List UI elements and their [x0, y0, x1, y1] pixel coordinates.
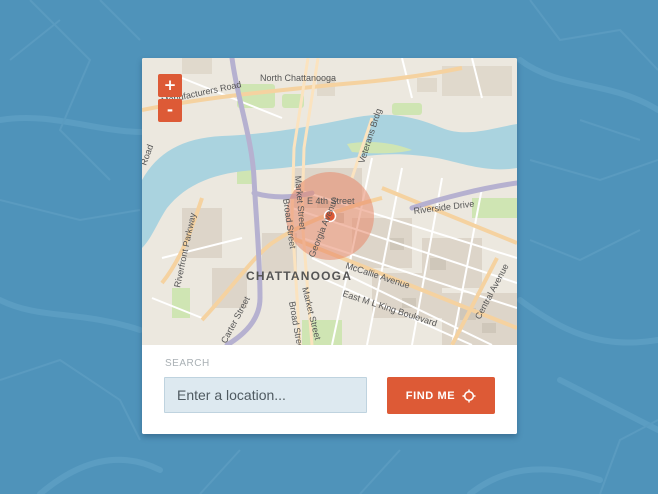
location-search-input[interactable]: [164, 377, 367, 413]
minus-icon: -: [166, 101, 174, 119]
zoom-out-button[interactable]: -: [158, 99, 182, 122]
search-label: SEARCH: [165, 358, 210, 369]
location-card: Manufacturers Road North Chattanooga Vet…: [142, 58, 517, 434]
find-me-button[interactable]: FIND ME: [387, 377, 495, 414]
search-panel: SEARCH FIND ME: [142, 345, 517, 434]
label-north-chattanooga: North Chattanooga: [260, 73, 336, 83]
plus-icon: +: [163, 76, 177, 94]
label-chattanooga: CHATTANOOGA: [246, 269, 352, 283]
map-canvas[interactable]: Manufacturers Road North Chattanooga Vet…: [142, 58, 517, 345]
crosshair-icon: [462, 389, 476, 402]
zoom-in-button[interactable]: +: [158, 74, 182, 97]
find-me-label: FIND ME: [405, 389, 456, 402]
zoom-controls: + -: [158, 74, 182, 122]
map-view[interactable]: Manufacturers Road North Chattanooga Vet…: [142, 58, 517, 345]
